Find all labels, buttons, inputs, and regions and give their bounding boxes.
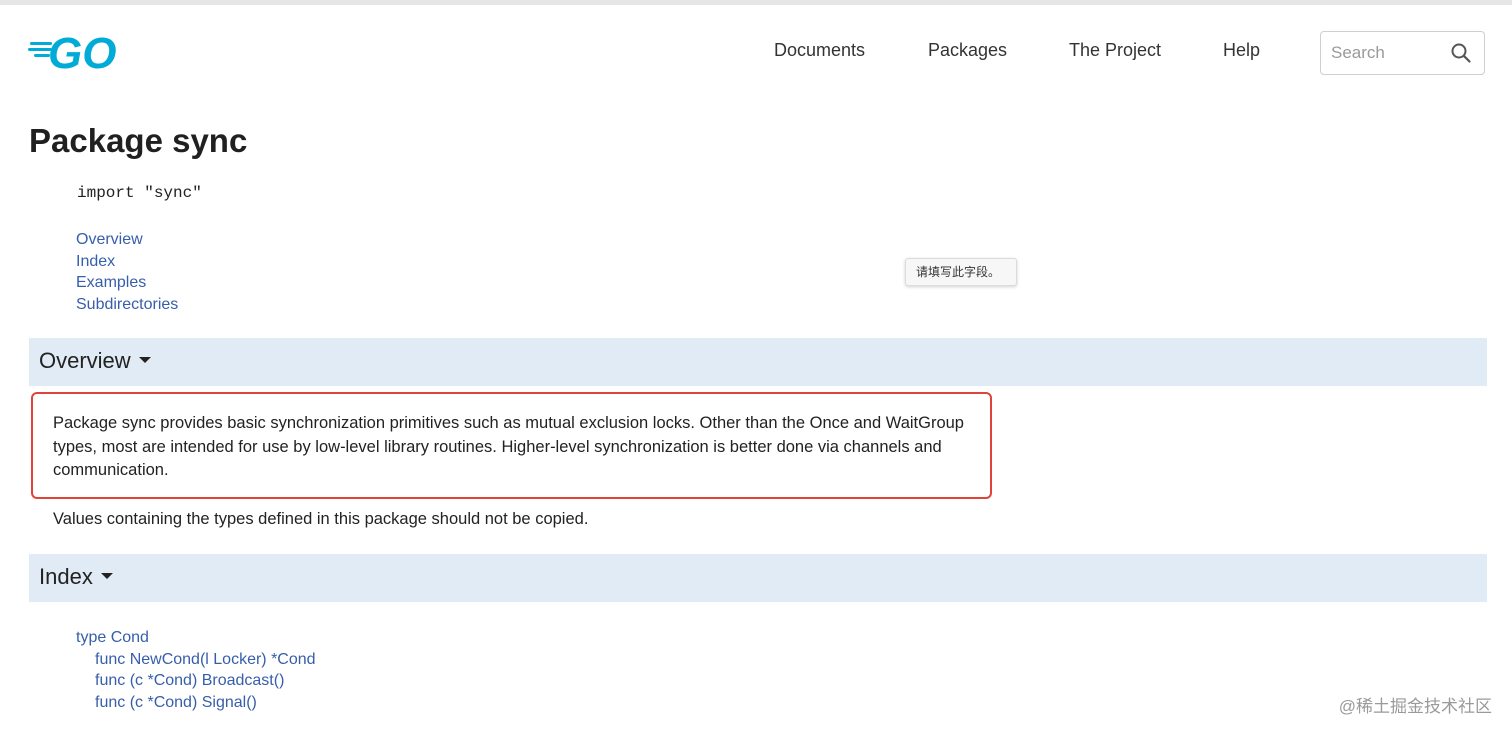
toc-link-index[interactable]: Index bbox=[76, 253, 115, 270]
index-heading: Index bbox=[39, 564, 93, 589]
table-of-contents: Overview Index Examples Subdirectories bbox=[76, 229, 178, 315]
toc-link-examples[interactable]: Examples bbox=[76, 274, 146, 291]
toc-item: Subdirectories bbox=[76, 294, 178, 316]
overview-heading-wrap: Overview bbox=[39, 348, 151, 374]
top-rule bbox=[0, 0, 1512, 5]
nav-help[interactable]: Help bbox=[1223, 40, 1260, 66]
index-heading-wrap: Index bbox=[39, 564, 113, 590]
import-statement: import "sync" bbox=[77, 184, 202, 202]
index-link-newcond[interactable]: func NewCond(l Locker) *Cond bbox=[95, 651, 316, 668]
toc-item: Overview bbox=[76, 229, 178, 251]
nav-the-project[interactable]: The Project bbox=[1069, 40, 1161, 66]
overview-paragraph: Package sync provides basic synchronizat… bbox=[53, 414, 964, 479]
watermark: @稀土掘金技术社区 bbox=[1338, 697, 1492, 716]
go-logo-icon: GO bbox=[28, 29, 116, 78]
toc-link-subdirectories[interactable]: Subdirectories bbox=[76, 296, 178, 313]
index-list: type Cond func NewCond(l Locker) *Cond f… bbox=[76, 627, 316, 713]
overview-note: Values containing the types defined in t… bbox=[53, 510, 589, 528]
nav-documents[interactable]: Documents bbox=[774, 40, 865, 66]
page-title: Package sync bbox=[29, 122, 248, 159]
toc-item: Examples bbox=[76, 272, 178, 294]
index-item: func (c *Cond) Broadcast() bbox=[76, 670, 316, 692]
index-link-type-cond[interactable]: type Cond bbox=[76, 629, 149, 646]
index-item: func (c *Cond) Signal() bbox=[76, 692, 316, 714]
toc-link-overview[interactable]: Overview bbox=[76, 231, 143, 248]
index-section-header[interactable]: Index bbox=[29, 554, 1487, 602]
index-link-signal[interactable]: func (c *Cond) Signal() bbox=[95, 694, 257, 711]
chevron-down-icon bbox=[100, 573, 113, 580]
index-link-broadcast[interactable]: func (c *Cond) Broadcast() bbox=[95, 672, 284, 689]
validation-tooltip: 请填写此字段。 bbox=[905, 258, 1017, 286]
toc-item: Index bbox=[76, 251, 178, 273]
logo-text: GO bbox=[48, 30, 116, 76]
go-logo[interactable]: GO bbox=[28, 29, 132, 78]
search-icon[interactable] bbox=[1450, 42, 1472, 64]
index-item: type Cond bbox=[76, 627, 316, 649]
godoc-page: GO Documents Packages The Project Help P… bbox=[0, 0, 1512, 735]
overview-section-header[interactable]: Overview bbox=[29, 338, 1487, 386]
search-input[interactable] bbox=[1331, 40, 1441, 66]
chevron-down-icon bbox=[138, 357, 151, 364]
nav-packages[interactable]: Packages bbox=[928, 40, 1007, 66]
search-box bbox=[1320, 31, 1485, 75]
overview-heading: Overview bbox=[39, 348, 131, 373]
index-item: func NewCond(l Locker) *Cond bbox=[76, 649, 316, 671]
